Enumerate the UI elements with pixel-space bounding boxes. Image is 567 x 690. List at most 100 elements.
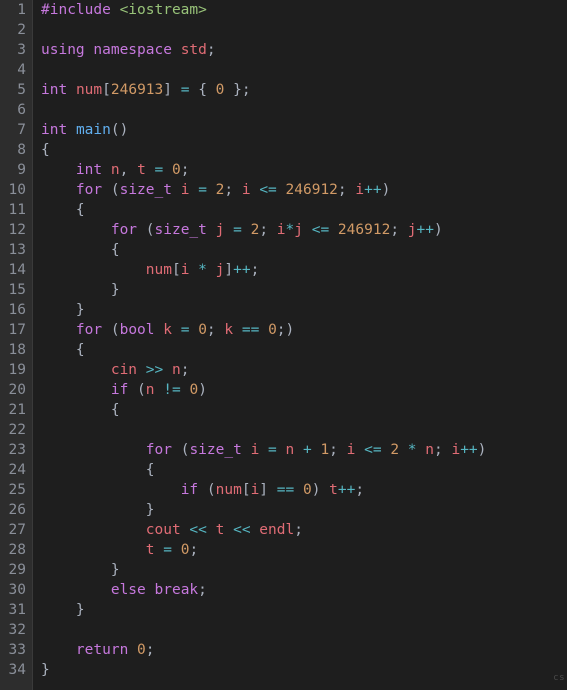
token: k [224, 322, 233, 338]
code-line[interactable]: } [41, 560, 486, 580]
token: [ [242, 482, 251, 498]
code-line[interactable]: else break; [41, 580, 486, 600]
token [155, 382, 164, 398]
token [303, 222, 312, 238]
token: i [451, 442, 460, 458]
token [172, 322, 181, 338]
token: int [41, 122, 67, 138]
code-line[interactable]: for (bool k = 0; k == 0;) [41, 320, 486, 340]
code-line[interactable]: } [41, 500, 486, 520]
token: num [216, 482, 242, 498]
code-line[interactable]: #include <iostream> [41, 0, 486, 20]
line-number: 12 [4, 220, 26, 240]
code-line[interactable]: } [41, 280, 486, 300]
token: 0 [172, 162, 181, 178]
token: t [146, 542, 155, 558]
code-line[interactable]: num[i * j]++; [41, 260, 486, 280]
code-line[interactable]: int n, t = 0; [41, 160, 486, 180]
token: size_t [120, 182, 172, 198]
code-line[interactable]: cout << t << endl; [41, 520, 486, 540]
code-line[interactable]: for (size_t j = 2; i*j <= 246912; j++) [41, 220, 486, 240]
token: for [111, 222, 137, 238]
token [41, 222, 111, 238]
code-line[interactable]: } [41, 600, 486, 620]
line-number: 19 [4, 360, 26, 380]
line-number: 4 [4, 60, 26, 80]
token: * [408, 442, 417, 458]
line-number: 1 [4, 0, 26, 20]
code-area[interactable]: #include <iostream> using namespace std;… [33, 0, 494, 690]
line-number: 5 [4, 80, 26, 100]
watermark: cs [553, 668, 565, 688]
token [207, 222, 216, 238]
token: <= [259, 182, 276, 198]
code-line[interactable] [41, 620, 486, 640]
token: 2 [390, 442, 399, 458]
code-line[interactable] [41, 20, 486, 40]
code-line[interactable]: { [41, 340, 486, 360]
token: i [251, 482, 260, 498]
code-line[interactable]: if (num[i] == 0) t++; [41, 480, 486, 500]
token: cout [146, 522, 181, 538]
token: ( [137, 222, 154, 238]
token: 0 [137, 642, 146, 658]
token: ) [478, 442, 487, 458]
token: { [41, 242, 120, 258]
code-line[interactable]: int num[246913] = { 0 }; [41, 80, 486, 100]
code-line[interactable] [41, 420, 486, 440]
code-line[interactable]: } [41, 300, 486, 320]
token: } [41, 602, 85, 618]
code-line[interactable]: cin >> n; [41, 360, 486, 380]
line-number: 2 [4, 20, 26, 40]
code-line[interactable]: { [41, 140, 486, 160]
token: } [41, 562, 120, 578]
code-line[interactable]: { [41, 240, 486, 260]
code-line[interactable] [41, 100, 486, 120]
token [146, 582, 155, 598]
line-number: 18 [4, 340, 26, 360]
code-line[interactable]: using namespace std; [41, 40, 486, 60]
code-line[interactable]: int main() [41, 120, 486, 140]
token: ) [382, 182, 391, 198]
code-line[interactable]: } [41, 660, 486, 680]
token: ;) [277, 322, 294, 338]
token [67, 122, 76, 138]
line-number: 3 [4, 40, 26, 60]
token [155, 542, 164, 558]
token: 0 [198, 322, 207, 338]
token: [ [102, 82, 111, 98]
code-line[interactable]: return 0; [41, 640, 486, 660]
code-line[interactable]: t = 0; [41, 540, 486, 560]
code-line[interactable] [41, 60, 486, 80]
token [207, 182, 216, 198]
token [41, 162, 76, 178]
token: endl [259, 522, 294, 538]
token: ( [172, 442, 189, 458]
token [67, 82, 76, 98]
token: size_t [189, 442, 241, 458]
line-number: 15 [4, 280, 26, 300]
token: ) [198, 382, 207, 398]
token [242, 222, 251, 238]
token [382, 442, 391, 458]
line-number: 6 [4, 100, 26, 120]
token [172, 42, 181, 58]
token: >> [146, 362, 163, 378]
token: ; [251, 262, 260, 278]
code-line[interactable]: for (size_t i = 2; i <= 246912; i++) [41, 180, 486, 200]
code-line[interactable]: { [41, 200, 486, 220]
token: ; [338, 182, 355, 198]
code-line[interactable]: { [41, 400, 486, 420]
token: ) [434, 222, 443, 238]
token: num [146, 262, 172, 278]
line-number: 13 [4, 240, 26, 260]
code-line[interactable]: if (n != 0) [41, 380, 486, 400]
code-line[interactable]: for (size_t i = n + 1; i <= 2 * n; i++) [41, 440, 486, 460]
code-line[interactable]: { [41, 460, 486, 480]
token: = [198, 182, 207, 198]
token: int [41, 82, 67, 98]
token: }; [224, 82, 250, 98]
code-editor[interactable]: 1234567891011121314151617181920212223242… [0, 0, 567, 690]
token: int [76, 162, 102, 178]
line-number: 31 [4, 600, 26, 620]
